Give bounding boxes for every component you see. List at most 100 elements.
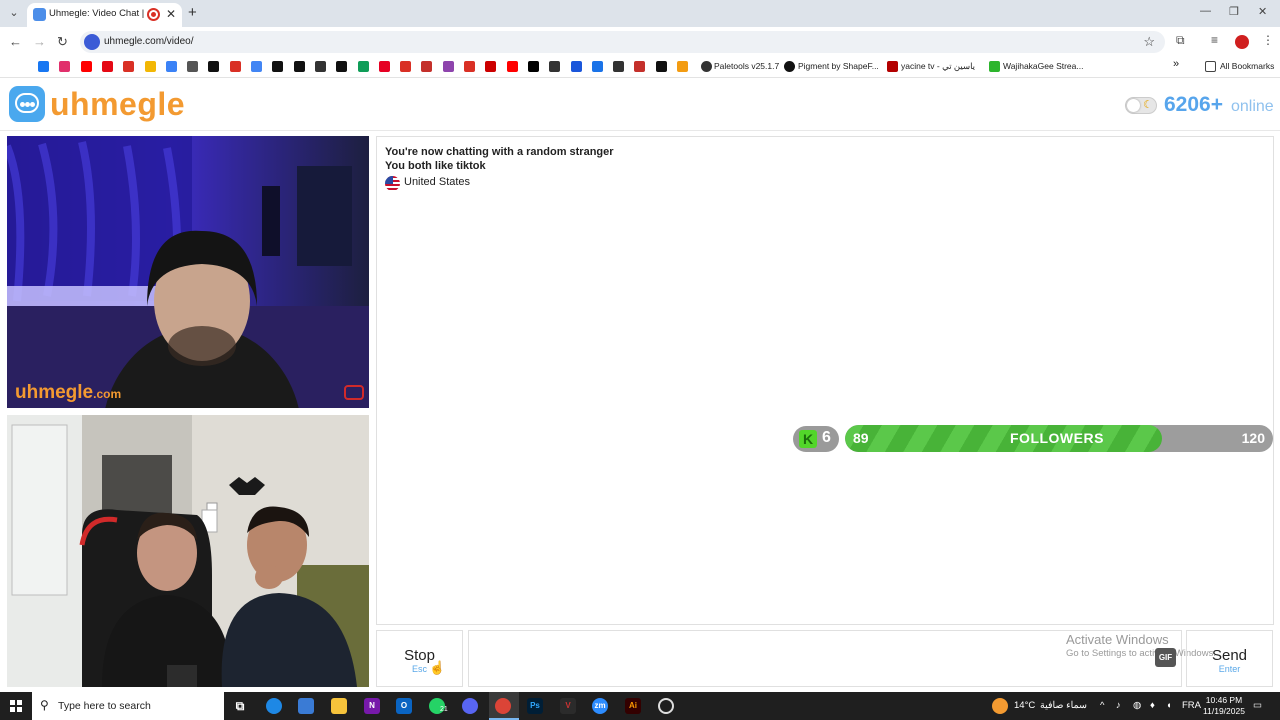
stop-label: Stop	[404, 647, 435, 664]
reload-icon[interactable]: ↻	[57, 34, 68, 50]
bookmark-favicon-icon[interactable]	[165, 61, 177, 72]
address-bar[interactable]: uhmegle.com/video/ ☆	[80, 31, 1165, 53]
bookmark-favicon-icon[interactable]	[101, 61, 113, 72]
gif-button[interactable]: GIF	[1155, 648, 1176, 667]
tray-chevron-icon[interactable]: ^	[1100, 700, 1104, 711]
bookmark-favicon-icon[interactable]	[634, 61, 646, 72]
site-info-icon[interactable]	[84, 34, 100, 50]
bookmark-favicon-icon[interactable]	[336, 61, 348, 72]
volume-icon[interactable]: ♪	[1116, 700, 1121, 711]
stop-hint: Esc	[411, 664, 427, 674]
discord-icon[interactable]	[462, 698, 478, 714]
taskbar-clock[interactable]: 10:46 PM 11/19/2025	[1202, 695, 1246, 717]
logo-text[interactable]: uhmegle	[50, 86, 185, 123]
pigment-bookmark-icon[interactable]	[784, 61, 795, 72]
back-icon[interactable]: ←	[9, 34, 22, 49]
bookmark-favicon-icon[interactable]	[378, 61, 390, 72]
chrome-icon[interactable]	[495, 698, 511, 714]
paletools-bookmark-icon[interactable]	[701, 61, 712, 72]
online-label: online	[1231, 98, 1274, 115]
store-icon[interactable]	[298, 698, 314, 714]
all-bookmarks[interactable]: All Bookmarks	[1220, 61, 1274, 71]
bookmark-star-icon[interactable]: ☆	[1143, 34, 1155, 50]
bookmark-favicon-icon[interactable]	[549, 61, 561, 72]
onenote-icon[interactable]: N	[364, 698, 380, 714]
wajihaka-bookmark-icon[interactable]	[989, 61, 1000, 72]
weather-temp: 14°C	[1014, 700, 1036, 711]
bookmark-favicon-icon[interactable]	[613, 61, 625, 72]
notifications-icon[interactable]: ▭	[1253, 700, 1262, 711]
windows-start-icon[interactable]	[10, 700, 22, 712]
maximize-icon[interactable]: ❐	[1229, 5, 1239, 18]
media-control-icon[interactable]: ≡	[1211, 33, 1218, 47]
minimize-icon[interactable]: —	[1200, 5, 1211, 17]
profile-avatar-icon[interactable]	[1235, 35, 1249, 49]
obs-icon[interactable]	[658, 698, 674, 714]
bookmark-favicon-icon[interactable]	[677, 61, 688, 72]
bookmark-favicon-icon[interactable]	[59, 61, 71, 72]
dark-mode-toggle[interactable]: ☾	[1125, 97, 1157, 114]
browser-menu-icon[interactable]: ⋮	[1262, 33, 1274, 47]
bookmark-favicon-icon[interactable]	[421, 61, 433, 72]
network-icon[interactable]: ◍	[1133, 700, 1141, 711]
illustrator-icon[interactable]: Ai	[625, 698, 641, 714]
bookmark-favicon-icon[interactable]	[251, 61, 262, 72]
bookmark-favicon-icon[interactable]	[208, 61, 220, 72]
bookmark-yacine[interactable]: yacine tv - ياسين تي	[901, 61, 975, 72]
bookmark-favicon-icon[interactable]	[144, 61, 156, 72]
bookmark-favicon-icon[interactable]	[464, 61, 475, 72]
vegas-icon[interactable]: V	[560, 698, 576, 714]
address-row: ← → ↻ uhmegle.com/video/ ☆	[0, 27, 1280, 56]
stop-button[interactable]: Stop Esc	[376, 630, 463, 687]
task-view-icon[interactable]: ⧉	[232, 698, 248, 714]
outlook-icon[interactable]: O	[396, 698, 412, 714]
followers-progress-fill	[845, 425, 1162, 452]
tab-close-icon[interactable]: ✕	[166, 7, 176, 21]
bookmark-favicon-icon[interactable]	[123, 61, 135, 72]
photoshop-icon[interactable]: Ps	[527, 698, 543, 714]
bookmark-favicon-icon[interactable]	[485, 61, 497, 72]
bookmark-pigment[interactable]: Pigment by ShapeF...	[798, 61, 879, 71]
extensions-icon[interactable]: ⧉	[1176, 33, 1185, 48]
mic-icon[interactable]: ♦	[1150, 700, 1155, 711]
bookmark-favicon-icon[interactable]	[272, 61, 284, 72]
file-explorer-icon[interactable]	[331, 698, 347, 714]
send-label: Send	[1211, 647, 1248, 664]
bookmark-favicon-icon[interactable]	[442, 61, 454, 72]
speaker-icon[interactable]: ◖	[1166, 700, 1172, 711]
bookmark-favicon-icon[interactable]	[187, 61, 199, 72]
activate-windows-title: Activate Windows	[1066, 632, 1169, 647]
browser-tab[interactable]: Uhmegle: Video Chat | Ran ✕	[27, 3, 182, 27]
weather-icon	[992, 698, 1008, 714]
bookmark-wajihaka[interactable]: WajihakaGee Strea...	[1003, 61, 1083, 71]
bookmark-favicon-icon[interactable]	[506, 61, 518, 72]
bookmark-favicon-icon[interactable]	[655, 61, 667, 72]
tab-search-icon[interactable]: ⌄	[6, 5, 22, 21]
bookmark-favicon-icon[interactable]	[527, 61, 539, 72]
bookmark-favicon-icon[interactable]	[229, 61, 241, 72]
taskbar-search[interactable]: ⚲ Type here to search	[32, 692, 224, 720]
new-tab-button[interactable]: +	[188, 4, 197, 21]
forward-icon[interactable]: →	[33, 34, 46, 49]
bookmark-favicon-icon[interactable]	[38, 61, 49, 72]
bookmark-favicon-icon[interactable]	[570, 61, 582, 72]
bookmarks-bar: Paletools v25.1.7 Pigment by ShapeF... y…	[0, 56, 1280, 78]
us-flag-icon	[385, 176, 400, 191]
bookmark-favicon-icon[interactable]	[80, 61, 92, 72]
bookmark-favicon-icon[interactable]	[591, 61, 603, 72]
edge-icon[interactable]	[266, 698, 282, 714]
zoom-icon[interactable]: zm	[592, 698, 608, 714]
send-button[interactable]: Send Enter	[1186, 630, 1273, 687]
taskbar-search-placeholder: Type here to search	[58, 700, 151, 712]
window-close-icon[interactable]: ✕	[1258, 5, 1267, 18]
bookmark-favicon-icon[interactable]	[357, 61, 369, 72]
bookmark-favicon-icon[interactable]	[293, 61, 305, 72]
bookmark-favicon-icon[interactable]	[400, 61, 412, 72]
bookmark-paletools[interactable]: Paletools v25.1.7	[714, 61, 779, 71]
yacine-bookmark-icon[interactable]	[887, 61, 898, 72]
logo-chat-icon[interactable]	[9, 86, 45, 122]
folder-icon	[1205, 61, 1216, 72]
language-indicator[interactable]: FRA	[1182, 700, 1201, 711]
bookmarks-overflow-icon[interactable]: »	[1173, 58, 1179, 70]
bookmark-favicon-icon[interactable]	[314, 61, 326, 72]
